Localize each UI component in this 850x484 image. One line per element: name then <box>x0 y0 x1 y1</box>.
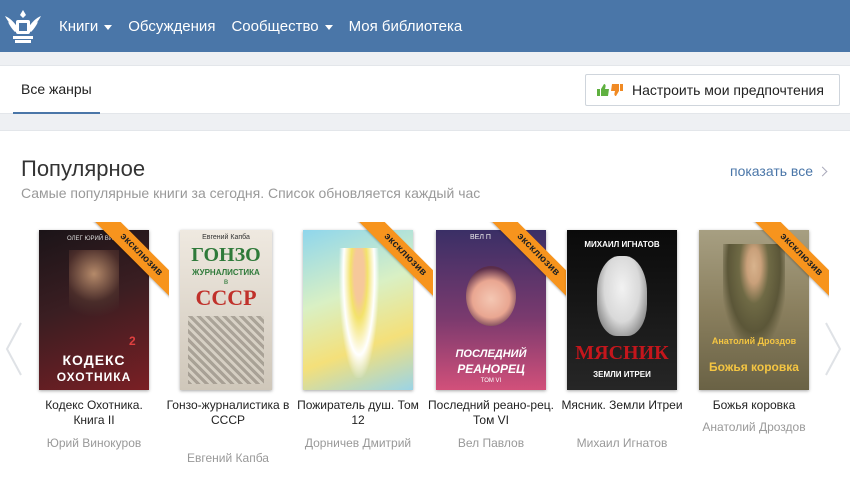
cover-volume: 2 <box>129 334 136 348</box>
book-title[interactable]: Божья коровка <box>689 398 819 413</box>
nav-books-label: Книги <box>59 17 99 35</box>
show-all-link[interactable]: показать все <box>730 163 828 179</box>
cover-title-line: ЖУРНАЛИСТИКА <box>192 268 260 277</box>
genre-bar: Все жанры Настроить мои предпочтения <box>0 65 850 114</box>
cover-title-line: СССР <box>195 285 257 310</box>
book-title[interactable]: Пожиратель душ. Том 12 <box>293 398 423 428</box>
carousel-next-button[interactable] <box>822 319 844 379</box>
section-subtitle: Самые популярные книги за сегодня. Списо… <box>21 185 481 201</box>
nav-books[interactable]: Книги <box>59 17 113 35</box>
cover-title-line: Божья коровка <box>709 360 799 374</box>
thumb-up-icon <box>597 84 609 96</box>
caret-down-icon <box>104 24 113 30</box>
preferences-button[interactable]: Настроить мои предпочтения <box>585 74 840 106</box>
exclusive-ribbon: эксклюзив <box>79 222 169 312</box>
cover-title-line: КОДЕКС <box>62 352 126 368</box>
book-title[interactable]: Гонзо-журналистика в СССР <box>163 398 293 428</box>
nav-my-library-label: Моя библиотека <box>348 17 463 35</box>
exclusive-badge: эксклюзив <box>482 222 566 311</box>
eagle-crest-icon[interactable] <box>2 6 44 46</box>
cover-author: Евгений Капба <box>202 234 250 241</box>
nav-community[interactable]: Сообщество <box>231 17 333 35</box>
cover-title-line: РЕАНОРЕЦ <box>457 362 525 376</box>
book-title[interactable]: Мясник. Земли Итреи <box>557 398 687 413</box>
cover-illustration <box>188 316 264 384</box>
book-author[interactable]: Евгений Капба <box>163 451 293 465</box>
book-author[interactable]: Михаил Игнатов <box>557 436 687 450</box>
exclusive-badge: эксклюзив <box>745 222 829 311</box>
book-title[interactable]: Последний реано-рец. Том VI <box>426 398 556 428</box>
chevron-right-icon <box>817 166 828 176</box>
exclusive-ribbon: эксклюзив <box>739 222 829 312</box>
nav-discussions-label: Обсуждения <box>128 17 216 35</box>
book-author[interactable]: Вел Павлов <box>426 436 556 450</box>
cover-mask <box>597 256 647 336</box>
main-nav: Книги Обсуждения Сообщество Моя библиоте… <box>59 0 478 52</box>
cover-title-line: Анатолий Дроздов <box>711 336 797 346</box>
section-title: Популярное <box>21 156 146 181</box>
cover-title-line: ОХОТНИКА <box>56 370 132 384</box>
thumb-down-icon <box>611 84 623 96</box>
cover-title-line: ЗЕМЛИ ИТРЕИ <box>593 370 651 379</box>
book-cover[interactable]: Евгений Капба ГОНЗО ЖУРНАЛИСТИКА в СССР <box>180 230 272 390</box>
carousel-prev-button[interactable] <box>3 319 25 379</box>
book-author[interactable]: Дорничев Дмитрий <box>293 436 423 450</box>
book-author[interactable]: Анатолий Дроздов <box>689 420 819 434</box>
exclusive-badge: эксклюзив <box>349 222 433 311</box>
nav-discussions[interactable]: Обсуждения <box>128 18 215 35</box>
book-author[interactable]: Юрий Винокуров <box>29 436 159 450</box>
cover-title-line: ГОНЗО <box>191 244 261 266</box>
show-all-label: показать все <box>730 163 813 179</box>
exclusive-ribbon: эксклюзив <box>343 222 433 312</box>
exclusive-badge: эксклюзив <box>85 222 169 311</box>
cover-author: МИХАИЛ ИГНАТОВ <box>584 240 660 249</box>
cover-title-line: МЯСНИК <box>575 342 669 364</box>
exclusive-ribbon: эксклюзив <box>476 222 566 312</box>
book-title[interactable]: Кодекс Охотника. Книга II <box>29 398 159 428</box>
caret-down-icon <box>324 24 333 30</box>
nav-my-library[interactable]: Моя библиотека <box>349 18 463 35</box>
cover-volume: ТОМ VI <box>480 378 502 384</box>
top-navbar: Книги Обсуждения Сообщество Моя библиоте… <box>0 0 850 52</box>
nav-community-label: Сообщество <box>231 17 319 35</box>
cover-title-line: ПОСЛЕДНИЙ <box>455 348 527 360</box>
tab-all-genres[interactable]: Все жанры <box>13 66 100 114</box>
preferences-button-label: Настроить мои предпочтения <box>632 82 824 98</box>
popular-section: Популярное Самые популярные книги за сег… <box>0 130 850 484</box>
book-cover[interactable]: МИХАИЛ ИГНАТОВ МЯСНИК ЗЕМЛИ ИТРЕИ <box>567 230 677 390</box>
